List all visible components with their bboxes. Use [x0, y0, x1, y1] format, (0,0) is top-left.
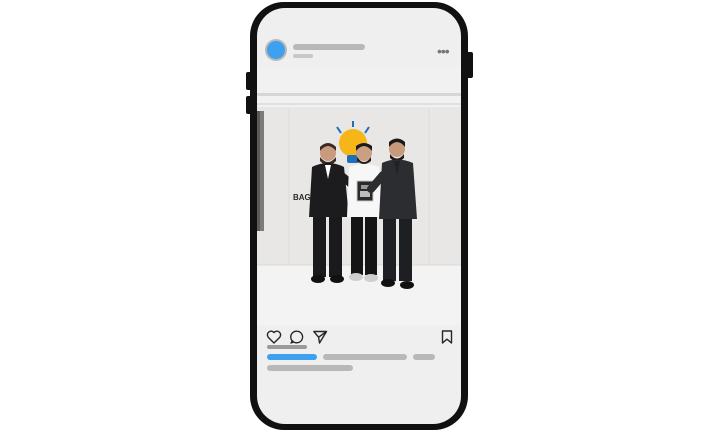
caption-username-placeholder[interactable]	[267, 354, 317, 360]
location-placeholder	[293, 54, 313, 58]
caption-text-placeholder	[323, 354, 407, 360]
power-button[interactable]	[466, 52, 473, 78]
post-header: •••	[257, 8, 461, 68]
username-placeholder[interactable]	[293, 44, 365, 50]
more-options-icon[interactable]: •••	[437, 44, 450, 58]
caption-text-placeholder	[267, 365, 353, 371]
post-actions	[257, 325, 461, 345]
comment-icon[interactable]	[289, 329, 305, 345]
post-photo[interactable]: BAG	[257, 67, 461, 325]
stage: ••• BAG	[0, 0, 720, 434]
phone-screen: ••• BAG	[257, 8, 461, 424]
share-icon[interactable]	[312, 329, 328, 345]
phone-frame: ••• BAG	[246, 2, 473, 430]
likes-placeholder[interactable]	[267, 345, 307, 349]
photo-illustration: BAG	[257, 67, 461, 325]
volume-down-button[interactable]	[246, 96, 252, 114]
caption-text-placeholder	[413, 354, 435, 360]
avatar[interactable]	[267, 41, 285, 59]
bookmark-icon[interactable]	[439, 329, 455, 345]
volume-up-button[interactable]	[246, 72, 252, 90]
wall-sign-text: BAG	[293, 193, 311, 202]
heart-icon[interactable]	[266, 329, 282, 345]
